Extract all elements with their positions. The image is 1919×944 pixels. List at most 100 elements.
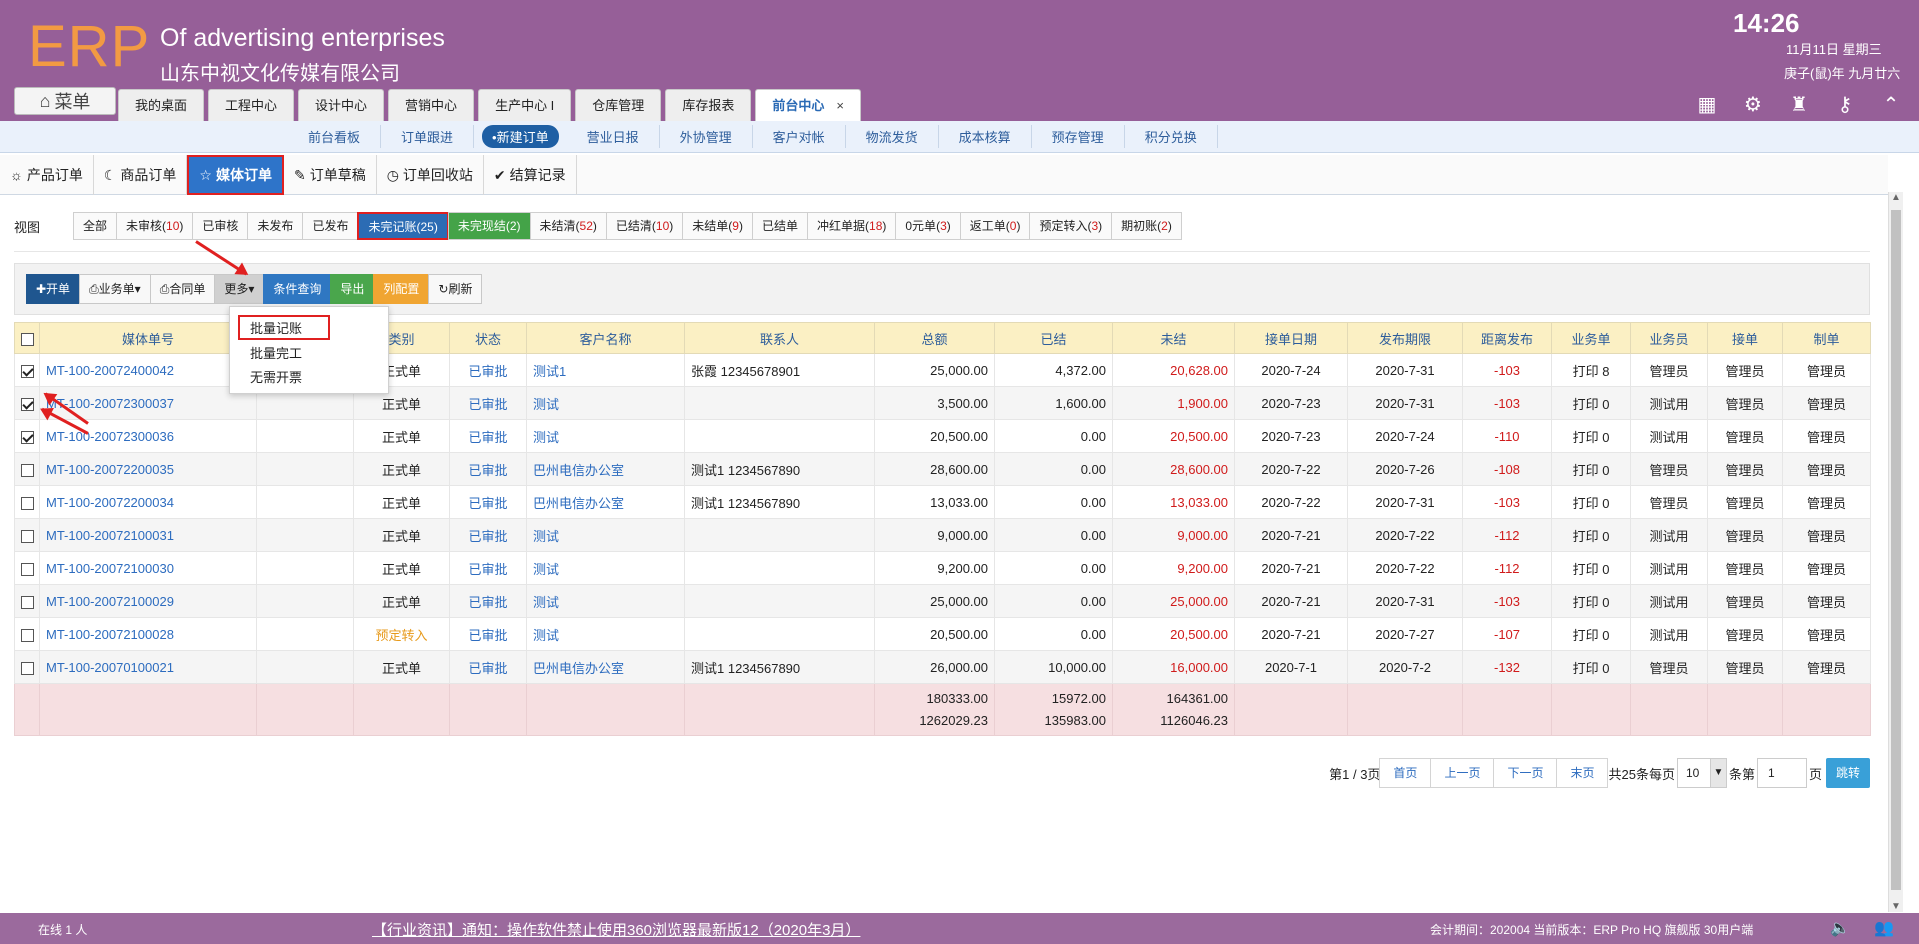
print-count[interactable]: 打印 8 [1551, 353, 1631, 387]
more-dropdown-button[interactable]: 更多▾ [214, 274, 265, 304]
business-slip-button[interactable]: ⎙业务单▾ [79, 274, 151, 304]
order-number-link[interactable]: MT-100-20070100021 [39, 650, 257, 684]
menu-button[interactable]: ⌂ 菜单 [14, 87, 116, 115]
customer-name-link[interactable]: 巴州电信办公室 [526, 650, 685, 684]
view-filter-button[interactable]: 未完记账(25) [357, 212, 449, 240]
customer-name-link[interactable]: 测试 [526, 617, 685, 651]
print-count[interactable]: 打印 0 [1551, 386, 1631, 420]
table-row[interactable]: MT-100-20072300036 正式单 已审批 测试 20,500.00 0.00 2… [14, 419, 1871, 453]
tab-order-draft[interactable]: ✎ 订单草稿 [284, 155, 377, 195]
select-all-header[interactable] [14, 322, 40, 354]
view-filter-button[interactable]: 已结单 [751, 212, 808, 240]
tab-media-order[interactable]: ☆ 媒体订单 [187, 155, 284, 195]
customer-name-link[interactable]: 测试 [526, 551, 685, 585]
customer-name-link[interactable]: 巴州电信办公室 [526, 485, 685, 519]
tab-settlement[interactable]: ✔ 结算记录 [484, 155, 577, 195]
print-count[interactable]: 打印 0 [1551, 518, 1631, 552]
order-number-link[interactable]: MT-100-20072100029 [39, 584, 257, 618]
row-checkbox[interactable] [21, 529, 34, 543]
view-filter-button[interactable]: 未发布 [247, 212, 304, 240]
subnav-new-order[interactable]: •新建订单 [482, 125, 559, 148]
tab-marketing[interactable]: 营销中心 [388, 89, 475, 121]
view-filter-button[interactable]: 返工单(0) [959, 212, 1031, 240]
news-notice-link[interactable]: 【行业资讯】通知：操作软件禁止使用360浏览器最新版12（2020年3月） [372, 919, 860, 940]
subnav-prepaid[interactable]: 预存管理 [1032, 125, 1125, 148]
view-filter-button[interactable]: 冲红单据(18) [807, 212, 897, 240]
row-select-cell[interactable] [14, 518, 40, 552]
table-row[interactable]: MT-100-20072100028 预定转入 已审批 测试 20,500.00 0.00… [14, 617, 1871, 651]
row-checkbox[interactable] [21, 562, 34, 576]
print-count[interactable]: 打印 0 [1551, 617, 1631, 651]
tab-front-desk[interactable]: 前台中心 × [755, 89, 861, 121]
speaker-icon[interactable]: 🔈 [1830, 918, 1850, 938]
scroll-up-icon[interactable]: ▲ [1891, 192, 1901, 203]
tab-warehouse[interactable]: 仓库管理 [575, 89, 662, 121]
subnav-order-follow[interactable]: 订单跟进 [381, 125, 475, 148]
row-checkbox[interactable] [21, 430, 34, 444]
tab-product-order[interactable]: ☼ 产品订单 [0, 155, 94, 195]
view-filter-button[interactable]: 已发布 [302, 212, 359, 240]
apps-icon[interactable]: ▦ [1695, 93, 1719, 117]
row-checkbox[interactable] [21, 496, 34, 510]
tab-design[interactable]: 设计中心 [298, 89, 385, 121]
table-row[interactable]: MT-100-20072200035 正式单 已审批 巴州电信办公室 测试1 12345… [14, 452, 1871, 486]
table-row[interactable]: MT-100-20072100031 正式单 已审批 测试 9,000.00 0.00 9,… [14, 518, 1871, 552]
gear-icon[interactable]: ⚙ [1741, 93, 1765, 117]
view-filter-button[interactable]: 预定转入(3) [1029, 212, 1113, 240]
users-icon[interactable]: 👥 [1874, 918, 1894, 938]
customer-name-link[interactable]: 巴州电信办公室 [526, 452, 685, 486]
tab-engineering[interactable]: 工程中心 [208, 89, 295, 121]
print-count[interactable]: 打印 0 [1551, 584, 1631, 618]
order-number-link[interactable]: MT-100-20072100031 [39, 518, 257, 552]
row-select-cell[interactable] [14, 650, 40, 684]
row-checkbox[interactable] [21, 595, 34, 609]
print-count[interactable]: 打印 0 [1551, 650, 1631, 684]
row-checkbox[interactable] [21, 661, 34, 675]
row-select-cell[interactable] [14, 551, 40, 585]
view-filter-button[interactable]: 全部 [73, 212, 118, 240]
customer-name-link[interactable]: 测试1 [526, 353, 685, 387]
scroll-down-icon[interactable]: ▼ [1891, 901, 1901, 912]
first-page-button[interactable]: 首页 [1379, 758, 1432, 788]
customer-name-link[interactable]: 测试 [526, 386, 685, 420]
new-order-button[interactable]: ✚开单 [26, 274, 81, 304]
row-select-cell[interactable] [14, 485, 40, 519]
row-select-cell[interactable] [14, 584, 40, 618]
subnav-customer-reconcile[interactable]: 客户对帐 [753, 125, 846, 148]
subnav-cost[interactable]: 成本核算 [939, 125, 1032, 148]
subnav-daily-report[interactable]: 营业日报 [567, 125, 660, 148]
shirt-icon[interactable]: ♜ [1787, 93, 1811, 117]
view-filter-button[interactable]: 已结清(10) [605, 212, 684, 240]
order-number-link[interactable]: MT-100-20072400042 [39, 353, 257, 387]
subnav-points[interactable]: 积分兑换 [1125, 125, 1218, 148]
row-checkbox[interactable] [21, 364, 34, 378]
customer-name-link[interactable]: 测试 [526, 518, 685, 552]
row-select-cell[interactable] [14, 419, 40, 453]
page-size-select[interactable]: 10 ▼ [1676, 758, 1727, 788]
row-select-cell[interactable] [14, 353, 40, 387]
contract-button[interactable]: ⎙合同单 [149, 274, 216, 304]
print-count[interactable]: 打印 0 [1551, 551, 1631, 585]
prev-page-button[interactable]: 上一页 [1430, 758, 1495, 788]
menu-item-no-invoice[interactable]: 无需开票 [250, 367, 302, 386]
view-filter-button[interactable]: 期初账(2) [1111, 212, 1182, 240]
tab-desktop[interactable]: 我的桌面 [118, 89, 205, 121]
tab-production[interactable]: 生产中心 I [478, 89, 572, 121]
menu-item-batch-post[interactable]: 批量记账 [238, 315, 330, 340]
order-number-link[interactable]: MT-100-20072200035 [39, 452, 257, 486]
jump-button[interactable]: 跳转 [1825, 758, 1870, 788]
subnav-dashboard[interactable]: 前台看板 [288, 125, 382, 148]
view-filter-button[interactable]: 已审核 [192, 212, 249, 240]
table-row[interactable]: MT-100-20072200034 正式单 已审批 巴州电信办公室 测试1 12345… [14, 485, 1871, 519]
refresh-button[interactable]: ↻刷新 [428, 274, 483, 304]
view-filter-button[interactable]: 未结清(52) [529, 212, 607, 240]
row-select-cell[interactable] [14, 617, 40, 651]
key-icon[interactable]: ⚷ [1833, 93, 1857, 117]
vertical-scrollbar[interactable]: ▲ ▼ [1888, 192, 1903, 912]
view-filter-button[interactable]: 未审核(10) [116, 212, 194, 240]
next-page-button[interactable]: 下一页 [1493, 758, 1558, 788]
order-number-link[interactable]: MT-100-20072100028 [39, 617, 257, 651]
subnav-logistics[interactable]: 物流发货 [846, 125, 939, 148]
customer-name-link[interactable]: 测试 [526, 584, 685, 618]
collapse-icon[interactable]: ⌃ [1879, 93, 1903, 117]
